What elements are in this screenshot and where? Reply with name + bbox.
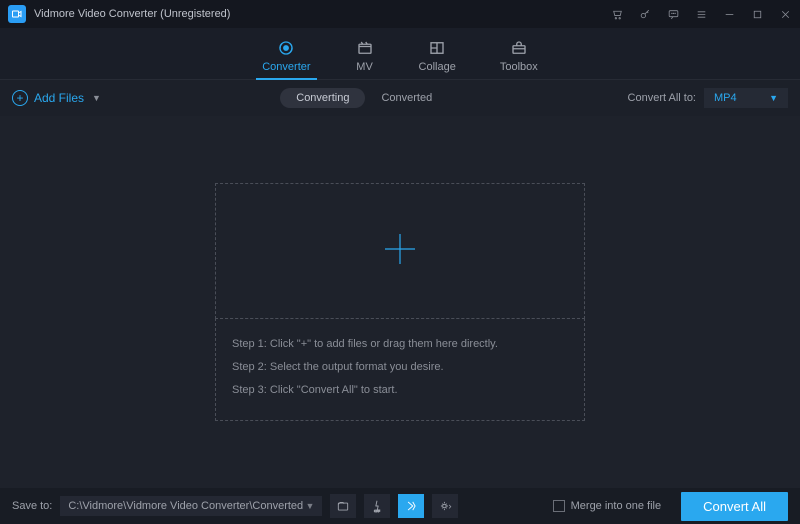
window-controls [610,7,792,21]
app-title: Vidmore Video Converter (Unregistered) [34,8,610,20]
tab-label: Converter [262,61,310,73]
app-logo [8,5,26,23]
main-content: Step 1: Click "+" to add files or drag t… [0,116,800,488]
output-format-select[interactable]: MP4 ▼ [704,88,788,108]
minimize-icon[interactable] [722,7,736,21]
toolbox-icon [509,39,529,57]
step-3: Step 3: Click "Convert All" to start. [232,379,568,402]
chevron-down-icon: ▼ [305,501,314,511]
tab-converted[interactable]: Converted [365,88,448,108]
high-speed-button[interactable] [398,494,424,518]
convert-all-button[interactable]: Convert All [681,492,788,521]
merge-checkbox[interactable]: Merge into one file [553,500,662,512]
instruction-steps: Step 1: Click "+" to add files or drag t… [215,318,585,421]
add-files-button[interactable]: + Add Files ▼ [12,90,101,106]
tab-mv[interactable]: MV [355,39,375,79]
tab-label: Collage [419,61,456,73]
tab-collage[interactable]: Collage [419,39,456,79]
save-to-label: Save to: [12,500,52,512]
add-files-dropzone[interactable] [215,183,585,319]
tab-label: MV [356,61,373,73]
secondary-bar: + Add Files ▼ Converting Converted Conve… [0,80,800,116]
menu-icon[interactable] [694,7,708,21]
checkbox-icon [553,500,565,512]
maximize-icon[interactable] [750,7,764,21]
open-folder-button[interactable] [330,494,356,518]
hardware-accel-button[interactable]: OFF [364,494,390,518]
save-path-select[interactable]: C:\Vidmore\Vidmore Video Converter\Conve… [60,496,322,516]
feedback-icon[interactable] [666,7,680,21]
tab-label: Toolbox [500,61,538,73]
converter-icon [276,39,296,57]
close-icon[interactable] [778,7,792,21]
chevron-down-icon: ▼ [92,93,101,103]
cart-icon[interactable] [610,7,624,21]
step-1: Step 1: Click "+" to add files or drag t… [232,333,568,356]
tab-converting[interactable]: Converting [280,88,365,108]
svg-text:OFF: OFF [374,509,380,513]
tab-toolbox[interactable]: Toolbox [500,39,538,79]
tab-converter[interactable]: Converter [262,39,310,79]
mv-icon [355,39,375,57]
format-value: MP4 [714,92,737,104]
convert-all-to-label: Convert All to: [628,92,696,104]
main-tabs: Converter MV Collage Toolbox [0,28,800,80]
collage-icon [427,39,447,57]
step-2: Step 2: Select the output format you des… [232,356,568,379]
merge-label: Merge into one file [571,500,662,512]
conversion-status-tabs: Converting Converted [280,88,448,108]
bottom-bar: Save to: C:\Vidmore\Vidmore Video Conver… [0,488,800,524]
plus-icon [382,231,418,270]
save-path-value: C:\Vidmore\Vidmore Video Converter\Conve… [68,500,303,512]
add-files-label: Add Files [34,91,84,105]
title-bar: Vidmore Video Converter (Unregistered) [0,0,800,28]
key-icon[interactable] [638,7,652,21]
settings-button[interactable] [432,494,458,518]
plus-circle-icon: + [12,90,28,106]
chevron-down-icon: ▼ [769,93,778,103]
convert-all-to: Convert All to: MP4 ▼ [628,88,788,108]
